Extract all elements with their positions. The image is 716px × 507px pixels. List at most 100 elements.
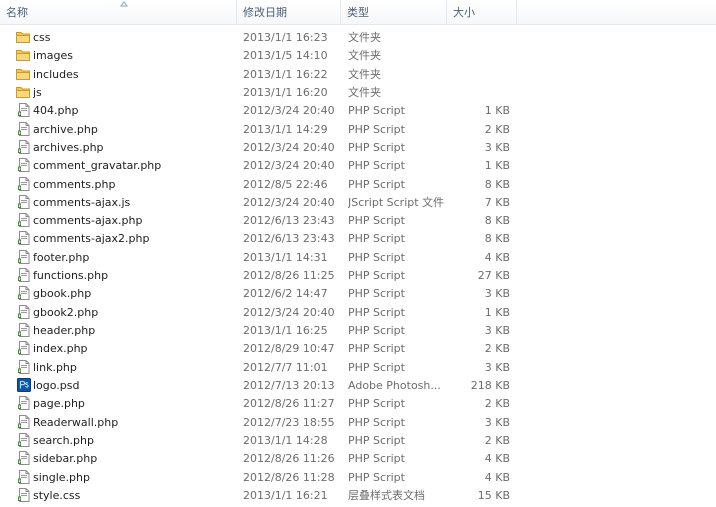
file-name: images [33,49,73,63]
script-file-icon [16,157,32,173]
file-date-modified: 2012/7/7 11:01 [243,360,328,374]
file-row[interactable]: index.php 2012/8/29 10:47 PHP Script 2 KB [0,339,716,357]
file-row[interactable]: header.php 2013/1/1 16:25 PHP Script 3 KB [0,321,716,339]
file-size: 3 KB [484,140,510,154]
file-name: functions.php [33,269,109,283]
file-name: css [33,31,51,44]
script-file-icon [16,194,32,210]
script-file-icon [16,212,32,228]
file-name: gbook2.php [33,305,99,319]
file-date-modified: 2012/8/26 11:28 [243,470,335,484]
file-name: search.php [33,433,94,447]
file-name: comments-ajax.js [33,195,131,209]
file-row[interactable]: comments.php 2012/8/5 22:46 PHP Script 8 KB [0,175,716,193]
file-size: 2 KB [484,433,510,447]
file-row[interactable]: comment_gravatar.php 2012/3/24 20:40 PHP S… [0,156,716,174]
file-type: PHP Script [348,122,405,136]
file-row[interactable]: style.css 2013/1/1 16:21 层叠样式表文档 15 KB [0,486,716,504]
sort-ascending-icon [120,1,128,7]
script-file-icon [16,249,32,265]
script-file-icon [16,432,32,448]
file-row[interactable]: gbook2.php 2012/3/24 20:40 PHP Script 1 KB [0,303,716,321]
file-row[interactable]: comments-ajax.php 2012/6/13 23:43 PHP Scri… [0,211,716,229]
file-date-modified: 2013/1/1 16:25 [243,324,328,337]
file-name: sidebar.php [33,452,98,466]
file-name: index.php [33,342,88,356]
file-type: PHP Script [348,324,405,337]
file-size: 3 KB [484,360,510,374]
file-date-modified: 2012/3/24 20:40 [243,159,335,173]
file-type: 文件夹 [348,67,381,81]
file-row[interactable]: comments-ajax2.php 2012/6/13 23:43 PHP Scr… [0,229,716,247]
file-row[interactable]: functions.php 2012/8/26 11:25 PHP Script 27… [0,266,716,284]
file-name: header.php [33,324,96,337]
file-row[interactable]: archives.php 2012/3/24 20:40 PHP Script 3 K… [0,138,716,156]
script-file-icon [16,230,32,246]
file-row[interactable]: js 2013/1/1 16:20 文件夹 [0,83,716,101]
file-name: comments.php [33,177,116,191]
file-row[interactable]: footer.php 2013/1/1 14:31 PHP Script 4 KB [0,248,716,266]
file-type: PHP Script [348,342,405,356]
folder-icon [15,66,31,82]
file-type: PHP Script [348,104,405,118]
file-size: 2 KB [484,342,510,356]
file-name: archive.php [33,122,98,136]
file-date-modified: 2012/3/24 20:40 [243,305,335,319]
column-header-size[interactable]: 大小 [447,0,517,24]
script-file-icon [16,414,32,430]
script-file-icon [16,469,32,485]
file-name: page.php [33,397,85,411]
script-file-icon [16,285,32,301]
file-row[interactable]: 404.php 2012/3/24 20:40 PHP Script 1 KB [0,101,716,119]
file-row[interactable]: images 2013/1/5 14:10 文件夹 [0,46,716,64]
file-row[interactable]: single.php 2012/8/26 11:28 PHP Script 4 KB [0,468,716,486]
file-size: 7 KB [484,195,510,209]
file-date-modified: 2013/1/1 16:22 [243,67,328,81]
script-file-icon [16,359,32,375]
file-row[interactable]: gbook.php 2012/6/2 14:47 PHP Script 3 KB [0,284,716,302]
file-list: css 2013/1/1 16:23 文件夹 images 2013/1/5 14:10… [0,28,716,504]
file-date-modified: 2012/6/13 23:43 [243,214,335,228]
file-size [448,28,510,46]
file-date-modified: 2013/1/1 16:21 [243,488,328,502]
script-file-icon [16,121,32,137]
file-row[interactable]: page.php 2012/8/26 11:27 PHP Script 2 KB [0,394,716,412]
file-date-modified: 2012/6/2 14:47 [243,287,328,301]
file-row[interactable]: logo.psd 2012/7/13 20:13 Adobe Photosh... 2… [0,376,716,394]
file-row[interactable]: css 2013/1/1 16:23 文件夹 [0,28,716,46]
folder-icon [15,29,31,45]
file-size: 2 KB [484,122,510,136]
file-size: 8 KB [484,232,510,246]
file-size: 1 KB [484,159,510,173]
file-type: JScript Script 文件 [348,195,444,209]
script-file-icon [16,176,32,192]
file-size: 4 KB [484,250,510,264]
file-row[interactable]: Readerwall.php 2012/7/23 18:55 PHP Script 3… [0,413,716,431]
file-date-modified: 2012/3/24 20:40 [243,195,335,209]
file-row[interactable]: sidebar.php 2012/8/26 11:26 PHP Script 4 KB [0,449,716,467]
script-file-icon [16,267,32,283]
column-header-date-label: 修改日期 [243,6,287,19]
file-date-modified: 2013/1/1 14:29 [243,122,328,136]
file-name: footer.php [33,250,90,264]
file-size: 3 KB [484,287,510,301]
column-header-name[interactable]: 名称 [0,0,237,24]
file-row[interactable]: archive.php 2013/1/1 14:29 PHP Script 2 KB [0,120,716,138]
file-type: PHP Script [348,397,405,411]
file-date-modified: 2012/7/23 18:55 [243,415,335,429]
file-row[interactable]: includes 2013/1/1 16:22 文件夹 [0,65,716,83]
file-size: 8 KB [484,214,510,228]
file-type: 文件夹 [348,49,381,63]
file-size: 1 KB [484,305,510,319]
file-name: logo.psd [33,378,80,392]
file-date-modified: 2012/7/13 20:13 [243,378,335,392]
file-row[interactable]: search.php 2013/1/1 14:28 PHP Script 2 KB [0,431,716,449]
file-type: PHP Script [348,360,405,374]
column-header-type[interactable]: 类型 [341,0,447,24]
file-size: 1 KB [484,104,510,118]
file-name: gbook.php [33,287,92,301]
file-row[interactable]: comments-ajax.js 2012/3/24 20:40 JScript S… [0,193,716,211]
file-type: PHP Script [348,415,405,429]
column-header-date[interactable]: 修改日期 [237,0,341,24]
file-row[interactable]: link.php 2012/7/7 11:01 PHP Script 3 KB [0,358,716,376]
